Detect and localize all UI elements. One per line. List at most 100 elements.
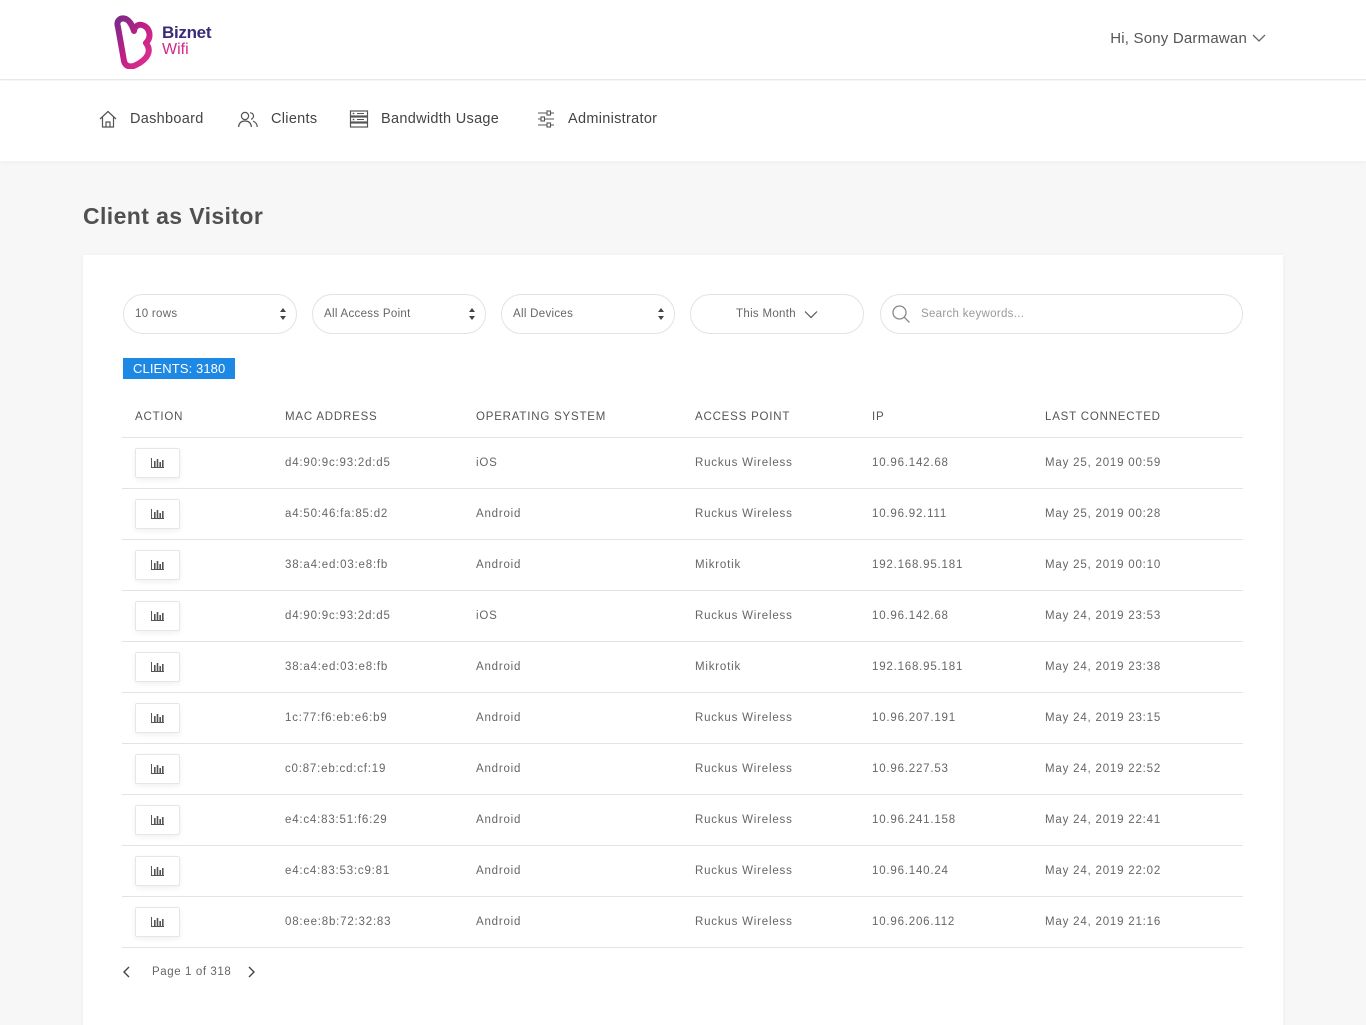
main-nav: Dashboard Clients Bandwidth Usage Admini… — [0, 81, 1366, 161]
table-row: c0:87:eb:cd:cf:19 Android Ruckus Wireless 1… — [122, 744, 1243, 795]
home-icon — [99, 110, 117, 128]
view-stats-button[interactable] — [135, 652, 180, 682]
cell-last-connected: May 25, 2019 00:10 — [1045, 559, 1162, 571]
cell-mac-address: 1c:77:f6:eb:e6:b9 — [285, 712, 388, 724]
column-header-os: OPERATING SYSTEM — [476, 411, 607, 423]
view-stats-button[interactable] — [135, 856, 180, 886]
prev-page-button[interactable] — [122, 966, 130, 978]
table-row: e4:c4:83:53:c9:81 Android Ruckus Wireless 1… — [122, 846, 1243, 897]
bar-chart-icon — [151, 917, 164, 927]
view-stats-button[interactable] — [135, 550, 180, 580]
top-bar: Biznet Wifi Hi, Sony Darmawan — [0, 0, 1366, 80]
cell-access-point: Mikrotik — [695, 661, 742, 673]
devices-select[interactable]: All Devices — [501, 294, 675, 334]
nav-clients[interactable]: Clients — [237, 109, 317, 129]
page-title: Client as Visitor — [83, 203, 264, 229]
search-box[interactable] — [880, 294, 1243, 334]
cell-last-connected: May 24, 2019 21:16 — [1045, 916, 1162, 928]
clients-count-badge: CLIENTS: 3180 — [123, 358, 236, 379]
cell-access-point: Ruckus Wireless — [695, 814, 793, 826]
clients-table: ACTION MAC ADDRESS OPERATING SYSTEM ACCE… — [122, 405, 1243, 948]
table-row: a4:50:46:fa:85:d2 Android Ruckus Wireless 1… — [122, 489, 1243, 540]
cell-mac-address: c0:87:eb:cd:cf:19 — [285, 763, 387, 775]
pagination: Page 1 of 318 — [122, 966, 256, 978]
cell-ip: 10.96.142.68 — [872, 610, 949, 622]
cell-ip: 10.96.92.111 — [872, 508, 948, 520]
column-header-access-point: ACCESS POINT — [695, 411, 791, 423]
column-header-mac: MAC ADDRESS — [285, 411, 378, 423]
column-header-last-connected: LAST CONNECTED — [1045, 411, 1161, 423]
cell-ip: 10.96.227.53 — [872, 763, 949, 775]
table-row: 38:a4:ed:03:e8:fb Android Mikrotik 192.168.… — [122, 642, 1243, 693]
nav-clients-label: Clients — [271, 111, 318, 127]
cell-access-point: Ruckus Wireless — [695, 865, 793, 877]
sort-arrows-icon — [469, 308, 475, 320]
view-stats-button[interactable] — [135, 805, 180, 835]
access-point-value: All Access Point — [324, 308, 411, 320]
cell-mac-address: 38:a4:ed:03:e8:fb — [285, 661, 389, 673]
view-stats-button[interactable] — [135, 448, 180, 478]
biznet-wifi-logo[interactable]: Biznet Wifi — [112, 12, 222, 70]
cell-last-connected: May 25, 2019 00:59 — [1045, 457, 1162, 469]
nav-administrator-label: Administrator — [568, 111, 658, 127]
table-row: d4:90:9c:93:2d:d5 iOS Ruckus Wireless 10.96… — [122, 591, 1243, 642]
sort-arrows-icon — [280, 308, 286, 320]
period-dropdown[interactable]: This Month — [690, 294, 864, 334]
cell-access-point: Ruckus Wireless — [695, 610, 793, 622]
cell-last-connected: May 24, 2019 23:38 — [1045, 661, 1162, 673]
cell-last-connected: May 24, 2019 23:53 — [1045, 610, 1162, 622]
rows-per-page-select[interactable]: 10 rows — [123, 294, 297, 334]
cell-ip: 10.96.241.158 — [872, 814, 956, 826]
biznet-logo-mark-icon — [114, 15, 153, 69]
view-stats-button[interactable] — [135, 499, 180, 529]
cell-last-connected: May 24, 2019 23:15 — [1045, 712, 1162, 724]
cell-access-point: Ruckus Wireless — [695, 763, 793, 775]
sliders-icon — [538, 110, 554, 128]
cell-ip: 10.96.207.191 — [872, 712, 956, 724]
access-point-select[interactable]: All Access Point — [312, 294, 486, 334]
period-value: This Month — [736, 308, 796, 320]
column-header-ip: IP — [872, 411, 885, 423]
cell-mac-address: d4:90:9c:93:2d:d5 — [285, 610, 391, 622]
cell-operating-system: Android — [476, 712, 522, 724]
cell-access-point: Ruckus Wireless — [695, 457, 793, 469]
column-header-action: ACTION — [135, 411, 184, 423]
cell-mac-address: e4:c4:83:51:f6:29 — [285, 814, 388, 826]
rows-per-page-value: 10 rows — [135, 308, 178, 320]
cell-ip: 10.96.140.24 — [872, 865, 949, 877]
cell-mac-address: 08:ee:8b:72:32:83 — [285, 916, 392, 928]
table-row: 1c:77:f6:eb:e6:b9 Android Ruckus Wireless 1… — [122, 693, 1243, 744]
brand-name: Biznet — [162, 23, 212, 42]
server-icon — [349, 110, 369, 128]
next-page-button[interactable] — [248, 966, 256, 978]
chevron-down-icon — [1252, 34, 1266, 42]
cell-ip: 192.168.95.181 — [872, 559, 964, 571]
nav-administrator[interactable]: Administrator — [536, 109, 657, 129]
bar-chart-icon — [151, 458, 164, 468]
cell-access-point: Ruckus Wireless — [695, 508, 793, 520]
view-stats-button[interactable] — [135, 754, 180, 784]
nav-dashboard-label: Dashboard — [130, 111, 204, 127]
chevron-right-icon — [248, 966, 256, 978]
cell-ip: 10.96.206.112 — [872, 916, 956, 928]
cell-last-connected: May 24, 2019 22:52 — [1045, 763, 1162, 775]
cell-operating-system: Android — [476, 916, 522, 928]
search-input[interactable] — [921, 308, 1221, 320]
cell-mac-address: d4:90:9c:93:2d:d5 — [285, 457, 391, 469]
cell-last-connected: May 24, 2019 22:02 — [1045, 865, 1162, 877]
cell-operating-system: iOS — [476, 610, 498, 622]
bar-chart-icon — [151, 866, 164, 876]
view-stats-button[interactable] — [135, 703, 180, 733]
table-header: ACTION MAC ADDRESS OPERATING SYSTEM ACCE… — [122, 405, 1243, 438]
search-icon — [892, 305, 910, 323]
user-menu[interactable]: Hi, Sony Darmawan — [1110, 30, 1266, 47]
view-stats-button[interactable] — [135, 601, 180, 631]
table-body: d4:90:9c:93:2d:d5 iOS Ruckus Wireless 10.96… — [122, 438, 1243, 948]
bar-chart-icon — [151, 611, 164, 621]
table-row: 08:ee:8b:72:32:83 Android Ruckus Wireless 1… — [122, 897, 1243, 948]
bar-chart-icon — [151, 713, 164, 723]
cell-access-point: Mikrotik — [695, 559, 742, 571]
view-stats-button[interactable] — [135, 907, 180, 937]
nav-dashboard[interactable]: Dashboard — [98, 109, 204, 129]
nav-bandwidth-usage[interactable]: Bandwidth Usage — [349, 109, 499, 129]
